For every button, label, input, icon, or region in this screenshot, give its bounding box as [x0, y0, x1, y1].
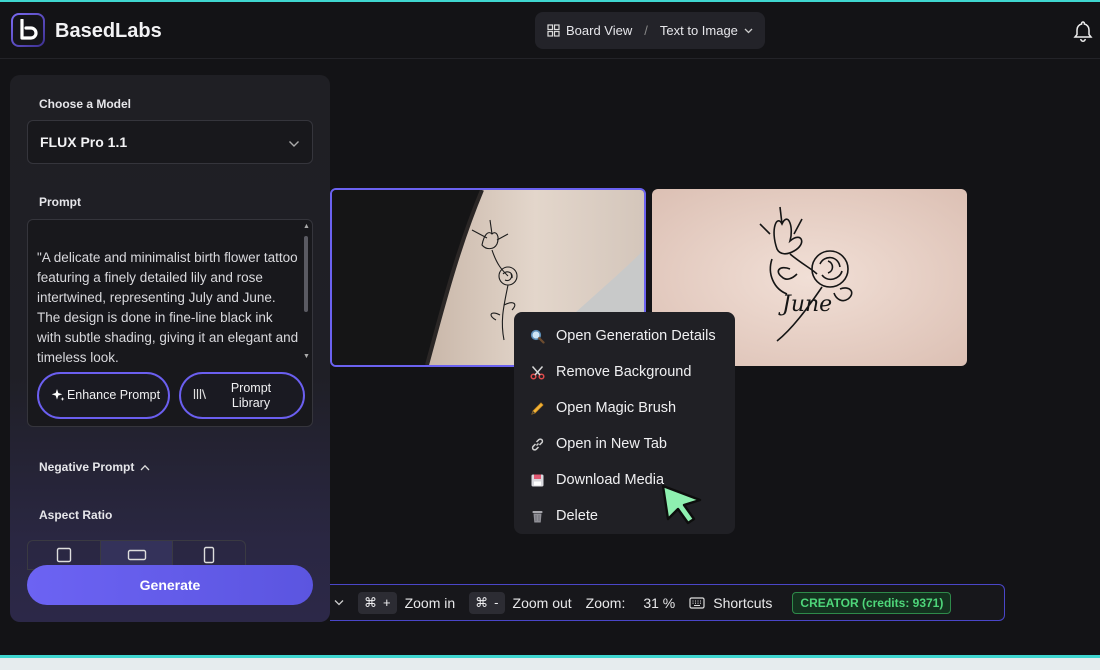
menu-remove-background[interactable]: Remove Background — [514, 354, 735, 390]
zoom-level: 31 % — [643, 594, 676, 611]
menu-item-label: Open in New Tab — [556, 436, 667, 452]
model-label: Choose a Model — [39, 97, 132, 111]
breadcrumb-separator: / — [644, 23, 648, 38]
chevron-down-icon — [288, 135, 300, 151]
menu-item-label: Open Generation Details — [556, 328, 716, 344]
breadcrumb-board-view[interactable]: Board View — [566, 23, 632, 38]
negative-prompt-toggle[interactable]: Negative Prompt — [39, 460, 150, 474]
scissors-icon — [530, 365, 556, 380]
pencil-icon — [530, 401, 556, 416]
brand-logo-icon[interactable] — [11, 13, 45, 47]
prompt-textarea[interactable]: "A delicate and minimalist birth flower … — [37, 248, 299, 364]
breadcrumb: Board View / Text to Image — [535, 12, 765, 49]
generation-settings-panel: Choose a Model FLUX Pro 1.1 Prompt "A de… — [10, 75, 330, 622]
zoom-in-shortcut: ⌘ + — [358, 591, 397, 614]
square-icon — [56, 547, 72, 563]
prompt-container: "A delicate and minimalist birth flower … — [27, 219, 313, 427]
menu-open-magic-brush[interactable]: Open Magic Brush — [514, 390, 735, 426]
menu-item-label: Download Media — [556, 472, 665, 488]
command-key: ⌘ — [364, 594, 377, 610]
menu-item-label: Open Magic Brush — [556, 400, 677, 416]
floppy-disk-icon — [530, 473, 556, 488]
zoom-in-button[interactable]: Zoom in — [405, 595, 456, 611]
menu-item-label: Delete — [556, 508, 598, 524]
command-key: ⌘ — [475, 594, 489, 610]
menu-open-generation-details[interactable]: Open Generation Details — [514, 318, 735, 354]
library-icon — [193, 388, 207, 404]
board-view-icon — [547, 24, 560, 37]
menu-open-in-new-tab[interactable]: Open in New Tab — [514, 426, 735, 462]
portrait-icon — [202, 546, 216, 564]
zoom-out-shortcut: ⌘ - — [469, 591, 505, 614]
plus-key: + — [383, 595, 391, 610]
landscape-icon — [127, 548, 147, 562]
prompt-label: Prompt — [39, 195, 81, 209]
scroll-thumb[interactable] — [304, 236, 308, 312]
zoom-label: Zoom: — [585, 594, 626, 611]
link-icon — [530, 437, 556, 452]
scroll-up-arrow-icon[interactable]: ▲ — [303, 223, 310, 230]
os-taskbar — [0, 655, 1100, 670]
model-select[interactable]: FLUX Pro 1.1 — [27, 120, 313, 164]
breadcrumb-mode-select[interactable]: Text to Image — [660, 23, 738, 38]
zoom-out-button[interactable]: Zoom out — [513, 595, 572, 611]
prompt-scrollbar[interactable]: ▲ ▼ — [303, 223, 310, 360]
negative-prompt-label: Negative Prompt — [39, 460, 135, 474]
model-select-value: FLUX Pro 1.1 — [40, 134, 128, 150]
prompt-library-label: Prompt Library — [230, 380, 272, 410]
plan-credits-badge[interactable]: CREATOR (credits: 9371) — [792, 591, 952, 614]
generate-button[interactable]: Generate — [27, 565, 313, 605]
canvas-toolbar: ⌘ + Zoom in ⌘ - Zoom out Zoom: 31 % Shor… — [330, 584, 1005, 621]
prompt-library-button[interactable]: Prompt Library — [179, 372, 305, 419]
brand-name: BasedLabs — [55, 20, 162, 42]
top-header: BasedLabs Board View / Text to Image — [0, 2, 1100, 59]
chevron-up-icon — [140, 464, 150, 471]
magnifier-icon — [530, 329, 556, 344]
minus-key: - — [494, 595, 499, 610]
mouse-cursor-icon — [660, 483, 706, 532]
chevron-down-icon[interactable] — [334, 599, 344, 606]
shortcuts-button[interactable]: Shortcuts — [713, 595, 772, 611]
keyboard-icon — [689, 596, 705, 609]
menu-item-label: Remove Background — [556, 364, 692, 380]
aspect-ratio-label: Aspect Ratio — [39, 508, 113, 522]
bell-icon[interactable] — [1072, 20, 1094, 47]
trash-icon — [530, 509, 556, 524]
scroll-down-arrow-icon[interactable]: ▼ — [303, 353, 310, 360]
chevron-down-icon[interactable] — [744, 28, 753, 34]
tattoo-script-text: June — [778, 292, 832, 317]
sparkle-icon — [51, 388, 65, 406]
enhance-prompt-button[interactable]: Enhance Prompt — [37, 372, 170, 419]
app-window: BasedLabs Board View / Text to Image Cho… — [0, 0, 1100, 670]
